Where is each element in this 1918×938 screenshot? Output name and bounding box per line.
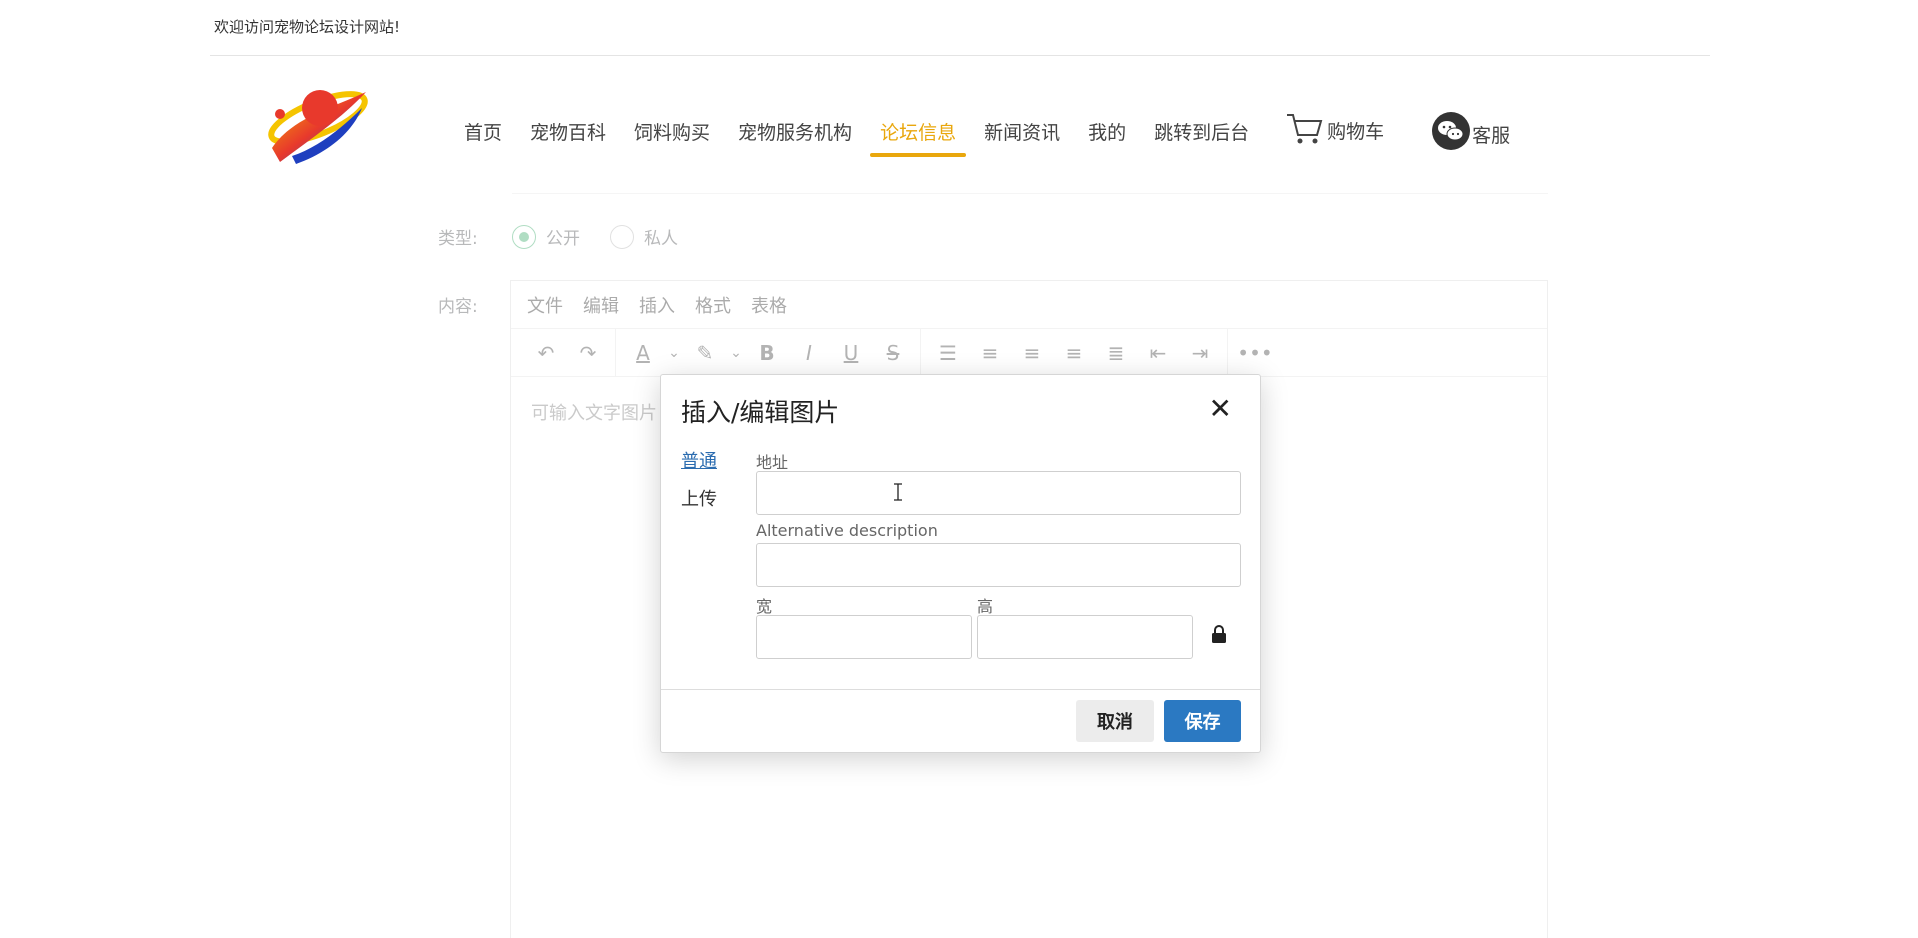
radio-circle xyxy=(610,224,634,249)
top-bar: 欢迎访问宠物论坛设计网站! xyxy=(210,0,1710,56)
line-height-icon[interactable]: ☰ xyxy=(927,341,969,365)
height-label: 高 xyxy=(977,597,994,616)
chevron-down-icon[interactable]: ⌄ xyxy=(726,345,746,361)
redo-icon[interactable]: ↷ xyxy=(567,341,609,365)
width-input[interactable] xyxy=(756,615,972,659)
nav-home[interactable]: 首页 xyxy=(450,104,516,157)
align-center-icon[interactable]: ≡ xyxy=(1011,341,1053,365)
tab-general[interactable]: 普通 xyxy=(681,447,717,473)
bold-icon[interactable]: B xyxy=(746,341,788,365)
dialog-title: 插入/编辑图片 xyxy=(681,398,840,427)
nav-pet-service-org[interactable]: 宠物服务机构 xyxy=(724,104,866,157)
align-left-icon[interactable]: ≡ xyxy=(969,341,1011,365)
underline-icon[interactable]: U xyxy=(830,341,872,365)
nav-pet-encyclopedia[interactable]: 宠物百科 xyxy=(516,104,620,157)
text-cursor-icon xyxy=(894,483,902,501)
welcome-text: 欢迎访问宠物论坛设计网站! xyxy=(214,18,401,36)
address-label: 地址 xyxy=(756,453,789,472)
type-row: 类型: 公开 私人 xyxy=(438,224,708,249)
wechat-icon xyxy=(1432,112,1471,150)
italic-icon[interactable]: I xyxy=(788,341,830,365)
cancel-button[interactable]: 取消 xyxy=(1076,700,1154,742)
radio-circle xyxy=(512,224,536,249)
width-label: 宽 xyxy=(756,597,773,616)
radio-private-label: 私人 xyxy=(644,229,678,249)
menu-edit[interactable]: 编辑 xyxy=(583,292,619,318)
alt-description-label: Alternative description xyxy=(756,521,938,540)
editor-menubar: 文件 编辑 插入 格式 表格 xyxy=(511,281,1547,329)
nav-cart[interactable]: 购物车 xyxy=(1285,104,1384,146)
type-label: 类型: xyxy=(438,229,478,249)
main-nav: 首页 宠物百科 饲料购买 宠物服务机构 论坛信息 新闻资讯 我的 跳转到后台 购… xyxy=(450,104,1510,160)
site-logo[interactable] xyxy=(262,78,374,164)
toolbar-separator xyxy=(1227,328,1228,377)
nav-forum-info[interactable]: 论坛信息 xyxy=(866,104,970,157)
cart-icon xyxy=(1287,114,1323,144)
menu-insert[interactable]: 插入 xyxy=(639,292,675,318)
text-color-icon[interactable]: A xyxy=(622,341,664,365)
radio-private[interactable]: 私人 xyxy=(610,224,678,249)
nav-admin-backend[interactable]: 跳转到后台 xyxy=(1140,104,1263,157)
tab-upload[interactable]: 上传 xyxy=(681,485,717,511)
toolbar-separator xyxy=(920,328,921,377)
outdent-icon[interactable]: ⇤ xyxy=(1137,341,1179,365)
menu-file[interactable]: 文件 xyxy=(527,292,563,318)
alt-description-input[interactable] xyxy=(756,543,1241,587)
menu-format[interactable]: 格式 xyxy=(695,292,731,318)
chevron-down-icon[interactable]: ⌄ xyxy=(664,345,684,361)
align-justify-icon[interactable]: ≣ xyxy=(1095,341,1137,365)
lock-icon[interactable] xyxy=(1211,625,1227,643)
cart-label: 购物车 xyxy=(1327,121,1385,143)
divider xyxy=(512,193,1548,194)
nav-customer-service[interactable]: 客服 xyxy=(1432,104,1510,150)
dialog-footer-divider xyxy=(661,689,1260,690)
indent-icon[interactable]: ⇥ xyxy=(1179,341,1221,365)
save-button[interactable]: 保存 xyxy=(1164,700,1241,742)
radio-public-label: 公开 xyxy=(546,229,580,249)
radio-public[interactable]: 公开 xyxy=(512,224,580,249)
highlight-icon[interactable]: ✎ xyxy=(684,341,726,365)
insert-image-dialog: 插入/编辑图片 ✕ 普通 上传 地址 Alternative descripti… xyxy=(660,374,1261,753)
more-icon[interactable]: ••• xyxy=(1234,341,1276,365)
nav-news[interactable]: 新闻资讯 xyxy=(970,104,1074,157)
close-icon[interactable]: ✕ xyxy=(1209,395,1232,423)
undo-icon[interactable]: ↶ xyxy=(525,341,567,365)
height-input[interactable] xyxy=(977,615,1193,659)
toolbar-separator xyxy=(615,328,616,377)
service-label: 客服 xyxy=(1472,125,1511,147)
content-label: 内容: xyxy=(438,297,478,317)
address-input[interactable] xyxy=(756,471,1241,515)
editor-toolbar: ↶ ↷ A ⌄ ✎ ⌄ B I U S ☰ ≡ ≡ ≡ ≣ ⇤ ⇥ ••• xyxy=(511,328,1547,377)
nav-food-purchase[interactable]: 饲料购买 xyxy=(620,104,724,157)
dialog-tabs: 普通 上传 xyxy=(681,447,717,523)
nav-mine[interactable]: 我的 xyxy=(1074,104,1140,157)
strikethrough-icon[interactable]: S xyxy=(872,341,914,365)
align-right-icon[interactable]: ≡ xyxy=(1053,341,1095,365)
menu-table[interactable]: 表格 xyxy=(751,292,787,318)
